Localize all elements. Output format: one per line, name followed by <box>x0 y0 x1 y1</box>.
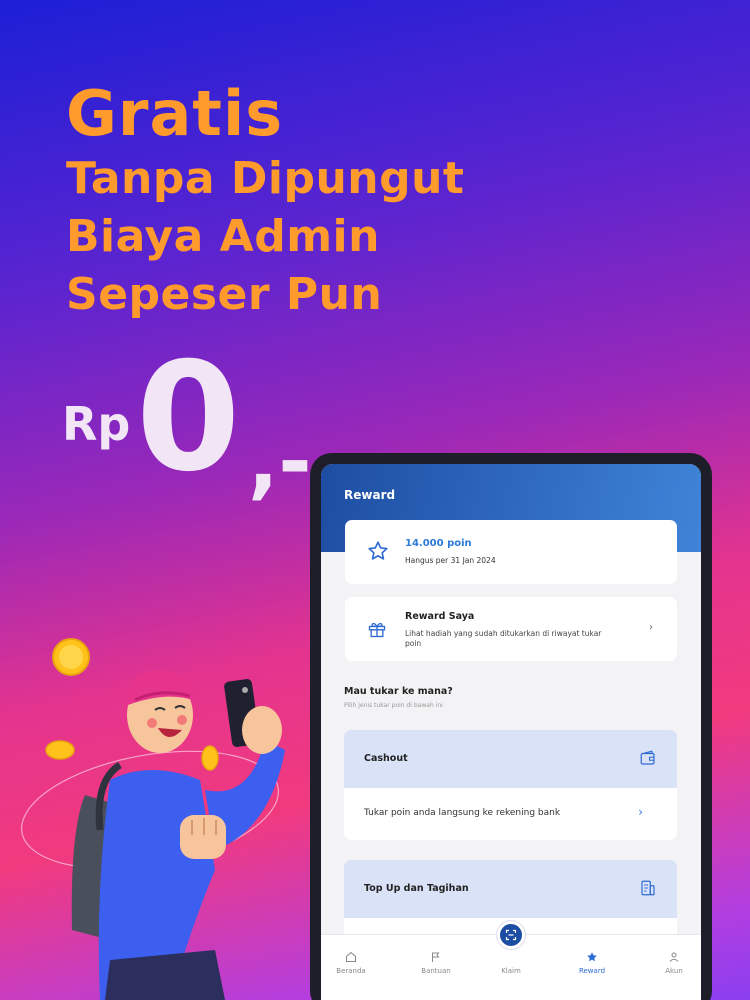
reward-saya-card[interactable]: Reward Saya Lihat hadiah yang sudah ditu… <box>345 597 677 661</box>
nav-item-klaim[interactable]: Klaim <box>481 951 541 975</box>
scan-icon <box>505 929 517 941</box>
nav-item-bantuan[interactable]: Bantuan <box>406 951 466 975</box>
option-header: Cashout <box>344 730 677 788</box>
star-icon <box>587 952 597 962</box>
option-body[interactable]: Tukar poin anda langsung ke rekening ban… <box>344 788 677 840</box>
tablet-device: Reward 14.000 poin Hangus per 31 Jan 202… <box>310 453 712 1000</box>
nav-spacer <box>505 951 517 963</box>
nav-label: Beranda <box>336 967 366 975</box>
wallet-icon <box>640 750 655 765</box>
scan-button[interactable] <box>497 921 525 949</box>
section-title: Mau tukar ke mana? <box>344 686 453 697</box>
points-card[interactable]: 14.000 poin Hangus per 31 Jan 2024 <box>345 520 677 584</box>
option-title: Top Up dan Tagihan <box>364 883 469 894</box>
headline-line-1: Tanpa Dipungut <box>66 153 465 204</box>
chevron-right-icon: › <box>638 805 643 819</box>
nav-item-akun[interactable]: Akun <box>644 951 701 975</box>
option-cashout[interactable]: Cashout Tukar poin anda langsung ke reke… <box>344 730 677 840</box>
points-expiry: Hangus per 31 Jan 2024 <box>405 556 496 565</box>
person-icon <box>669 952 679 962</box>
nav-label: Bantuan <box>421 967 451 975</box>
bill-icon <box>641 880 655 896</box>
option-desc: Tukar poin anda langsung ke rekening ban… <box>364 808 561 818</box>
headline-title: Gratis <box>66 77 284 150</box>
option-header: Top Up dan Tagihan <box>344 860 677 918</box>
app-screen: Reward 14.000 poin Hangus per 31 Jan 202… <box>321 464 701 1000</box>
headline: Gratis Tanpa Dipungut Biaya Admin Sepese… <box>66 78 464 324</box>
reward-saya-title: Reward Saya <box>405 611 475 622</box>
section-subtitle: Pilih jenis tukar poin di bawah ini <box>344 702 443 709</box>
header-title: Reward <box>344 488 396 502</box>
bottom-nav: Beranda Bantuan Klaim Reward Akun <box>321 921 701 1000</box>
nav-label: Akun <box>665 967 683 975</box>
headline-line-3: Sepeser Pun <box>66 269 383 320</box>
nav-label: Klaim <box>501 967 521 975</box>
coin-icon <box>201 745 219 771</box>
price-suffix: ,- <box>248 415 312 508</box>
price-amount: 0 <box>136 331 241 505</box>
nav-item-beranda[interactable]: Beranda <box>321 951 381 975</box>
person-illustration <box>21 638 285 1000</box>
nav-item-reward[interactable]: Reward <box>562 951 622 975</box>
nav-label: Reward <box>578 967 606 975</box>
option-title: Cashout <box>364 753 408 764</box>
gift-icon <box>368 622 386 638</box>
star-icon <box>368 541 388 560</box>
reward-saya-desc: Lihat hadiah yang sudah ditukarkan di ri… <box>405 629 602 648</box>
flag-icon <box>432 952 440 962</box>
price-currency: Rp <box>62 397 131 451</box>
points-value: 14.000 poin <box>405 538 472 549</box>
headline-line-2: Biaya Admin <box>66 211 380 262</box>
home-icon <box>346 951 356 962</box>
chevron-right-icon: › <box>649 622 653 633</box>
coin-icon <box>45 740 75 760</box>
